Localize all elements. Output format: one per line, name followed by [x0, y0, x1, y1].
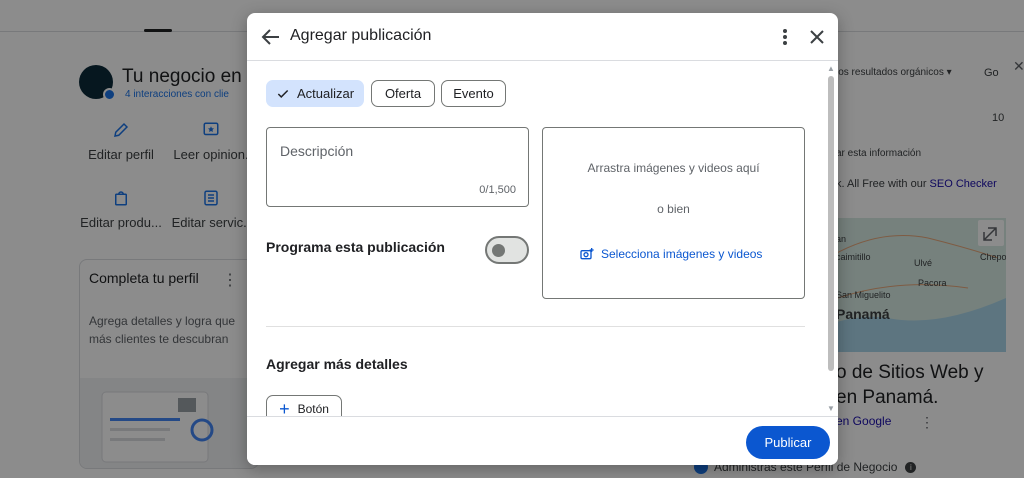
chip-oferta[interactable]: Oferta [371, 80, 435, 107]
divider [266, 326, 805, 327]
select-media-link[interactable]: Selecciona imágenes y videos [579, 246, 762, 262]
scrollbar-thumb[interactable] [828, 76, 834, 371]
description-placeholder: Descripción [280, 143, 354, 159]
back-arrow-icon[interactable] [259, 25, 283, 49]
upload-drag-text: Arrastra imágenes y videos aquí [587, 161, 760, 175]
plus-icon: + [279, 399, 290, 416]
add-button-button[interactable]: + Botón [266, 395, 342, 416]
more-details-label: Agregar más detalles [266, 356, 408, 372]
description-field[interactable]: Descripción 0/1,500 [266, 127, 529, 207]
add-photo-icon [580, 248, 594, 260]
schedule-label: Programa esta publicación [266, 239, 445, 255]
dialog-header: Agregar publicación [247, 13, 838, 61]
more-vert-icon[interactable] [773, 25, 797, 49]
schedule-toggle[interactable] [485, 236, 529, 264]
chip-evento[interactable]: Evento [441, 80, 506, 107]
select-media-label: Selecciona imágenes y videos [601, 247, 763, 261]
scroll-down-icon[interactable]: ▼ [827, 404, 835, 413]
check-icon [277, 89, 289, 98]
upload-or-text: o bien [657, 202, 690, 216]
chip-label: Oferta [384, 86, 422, 101]
scrollbar[interactable]: ▲ ▼ [825, 62, 838, 416]
toggle-knob [492, 244, 505, 257]
dialog-footer: Publicar [247, 416, 838, 465]
chip-label: Actualizar [296, 86, 355, 101]
dialog-title: Agregar publicación [290, 27, 432, 44]
close-icon[interactable] [805, 25, 829, 49]
character-counter: 0/1,500 [479, 184, 516, 196]
chip-label: Evento [453, 86, 494, 101]
publish-button[interactable]: Publicar [746, 426, 830, 459]
add-post-dialog: Agregar publicación Actualizar Oferta Ev… [247, 13, 838, 465]
chip-actualizar[interactable]: Actualizar [266, 80, 364, 107]
media-upload-area[interactable]: Arrastra imágenes y videos aquí o bien S… [542, 127, 805, 299]
add-button-label: Botón [297, 402, 329, 416]
scroll-up-icon[interactable]: ▲ [827, 64, 835, 73]
dialog-body: Actualizar Oferta Evento Descripción 0/1… [247, 62, 838, 416]
